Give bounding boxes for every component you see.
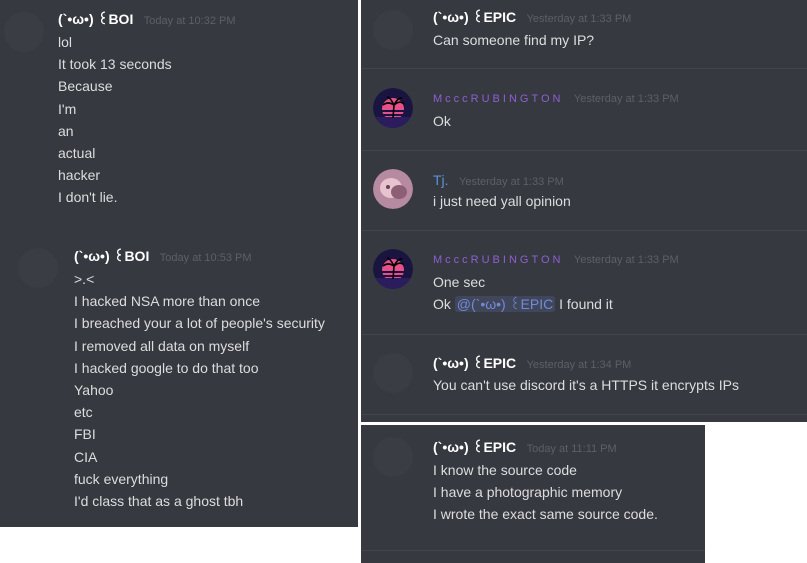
message-lines: Can someone find my IP? xyxy=(433,29,594,51)
message-header: (`•ω•) ꒰BOI Today at 10:32 PM xyxy=(58,10,236,30)
message-divider xyxy=(361,68,807,69)
message-text: lol xyxy=(58,34,73,50)
message-divider xyxy=(361,334,807,335)
message-lines: i just need yall opinion xyxy=(433,190,571,212)
message-lines: Ok xyxy=(433,110,451,132)
message-text-part: Ok xyxy=(433,296,455,313)
username[interactable]: (`•ω•) ꒰EPIC xyxy=(433,9,516,25)
message-lines: One sec Ok @(`•ω•) ꒰EPIC I found it xyxy=(433,271,613,315)
message-text: Ok xyxy=(433,113,451,129)
username[interactable]: Tj. xyxy=(433,172,449,188)
message-header: (`•ω•) ꒰EPIC Yesterday at 1:33 PM xyxy=(433,8,631,28)
palm-tree-sunset-avatar-icon[interactable] xyxy=(373,88,413,128)
user-mention[interactable]: @(`•ω•) ꒰EPIC xyxy=(454,296,556,313)
avatar[interactable] xyxy=(373,437,413,477)
message-lines: lol It took 13 seconds Because I'm an ac… xyxy=(58,31,172,209)
avatar[interactable] xyxy=(18,248,58,288)
message-text: I hacked google to do that too xyxy=(74,359,259,376)
chat-panel-bottom: (`•ω•) ꒰EPIC Today at 11:11 PM I know th… xyxy=(361,425,705,563)
message-divider xyxy=(361,230,807,231)
pink-anime-avatar-icon[interactable] xyxy=(373,169,413,209)
message-text: I'd class that as a ghost tbh xyxy=(74,492,244,509)
username[interactable]: (`•ω•) ꒰BOI xyxy=(74,248,149,264)
timestamp: Yesterday at 1:34 PM xyxy=(526,359,632,371)
message-text: I know the source code xyxy=(433,462,577,478)
message-text: Yahoo xyxy=(74,381,114,398)
message-text: Can someone find my IP? xyxy=(433,32,595,48)
message-divider xyxy=(361,550,705,551)
message-text: I'm xyxy=(58,100,77,117)
message-divider xyxy=(361,150,807,151)
message-header: (`•ω•) ꒰EPIC Today at 11:11 PM xyxy=(433,438,617,458)
message-text: >.< xyxy=(74,271,95,287)
message-text: FBI xyxy=(74,426,96,443)
message-text: fuck everything xyxy=(74,470,169,487)
message-divider xyxy=(361,414,807,415)
message-lines: >.< I hacked NSA more than once I breach… xyxy=(74,268,325,512)
message-header: Tj. Yesterday at 1:33 PM xyxy=(433,171,564,191)
message-text: i just need yall opinion xyxy=(433,193,571,209)
chat-panel-left: (`•ω•) ꒰BOI Today at 10:32 PM lol It too… xyxy=(0,0,358,527)
avatar[interactable] xyxy=(373,353,413,393)
username[interactable]: (`•ω•) ꒰EPIC xyxy=(433,355,516,371)
username[interactable]: (`•ω•) ꒰EPIC xyxy=(433,439,516,455)
message-text: etc xyxy=(74,404,93,421)
message-header: McccRUBINGTON Yesterday at 1:33 PM xyxy=(433,250,679,269)
message-text: hacker xyxy=(58,167,101,184)
message-text: It took 13 seconds xyxy=(58,56,172,73)
message-text: I breached your a lot of people's securi… xyxy=(74,315,325,332)
message-lines: I know the source code I have a photogra… xyxy=(433,459,658,526)
message-text: I have a photographic memory xyxy=(433,484,623,501)
message-text-part: I found it xyxy=(555,296,613,313)
message-text: I don't lie. xyxy=(58,189,118,206)
timestamp: Yesterday at 1:33 PM xyxy=(459,176,564,188)
message-text: actual xyxy=(58,144,96,161)
message-text: One sec xyxy=(433,274,486,290)
message-header: (`•ω•) ꒰BOI Today at 10:53 PM xyxy=(74,247,252,267)
timestamp: Today at 11:11 PM xyxy=(526,443,617,455)
timestamp: Yesterday at 1:33 PM xyxy=(573,254,679,266)
message-lines: You can't use discord it's a HTTPS it en… xyxy=(433,374,739,396)
message-text: I hacked NSA more than once xyxy=(74,293,260,310)
message-text: Ok @(`•ω•) ꒰EPIC I found it xyxy=(433,293,613,315)
timestamp: Today at 10:32 PM xyxy=(143,15,236,27)
username[interactable]: McccRUBINGTON xyxy=(433,93,563,105)
palm-tree-sunset-avatar-icon[interactable] xyxy=(373,249,413,289)
message-text: I wrote the exact same source code. xyxy=(433,506,658,523)
username[interactable]: McccRUBINGTON xyxy=(433,254,563,266)
timestamp: Yesterday at 1:33 PM xyxy=(526,13,632,25)
avatar[interactable] xyxy=(4,12,44,52)
message-text: You can't use discord it's a HTTPS it en… xyxy=(433,377,739,393)
username[interactable]: (`•ω•) ꒰BOI xyxy=(58,11,133,27)
message-text: Because xyxy=(58,78,113,95)
message-text: I removed all data on myself xyxy=(74,337,250,354)
message-text: an xyxy=(58,122,74,139)
message-header: (`•ω•) ꒰EPIC Yesterday at 1:34 PM xyxy=(433,354,631,374)
timestamp: Today at 10:53 PM xyxy=(159,252,252,264)
message-text: CIA xyxy=(74,448,98,465)
timestamp: Yesterday at 1:33 PM xyxy=(573,93,679,105)
message-header: McccRUBINGTON Yesterday at 1:33 PM xyxy=(433,89,679,108)
avatar[interactable] xyxy=(373,10,413,50)
chat-panel-right: (`•ω•) ꒰EPIC Yesterday at 1:33 PM Can so… xyxy=(361,0,807,422)
